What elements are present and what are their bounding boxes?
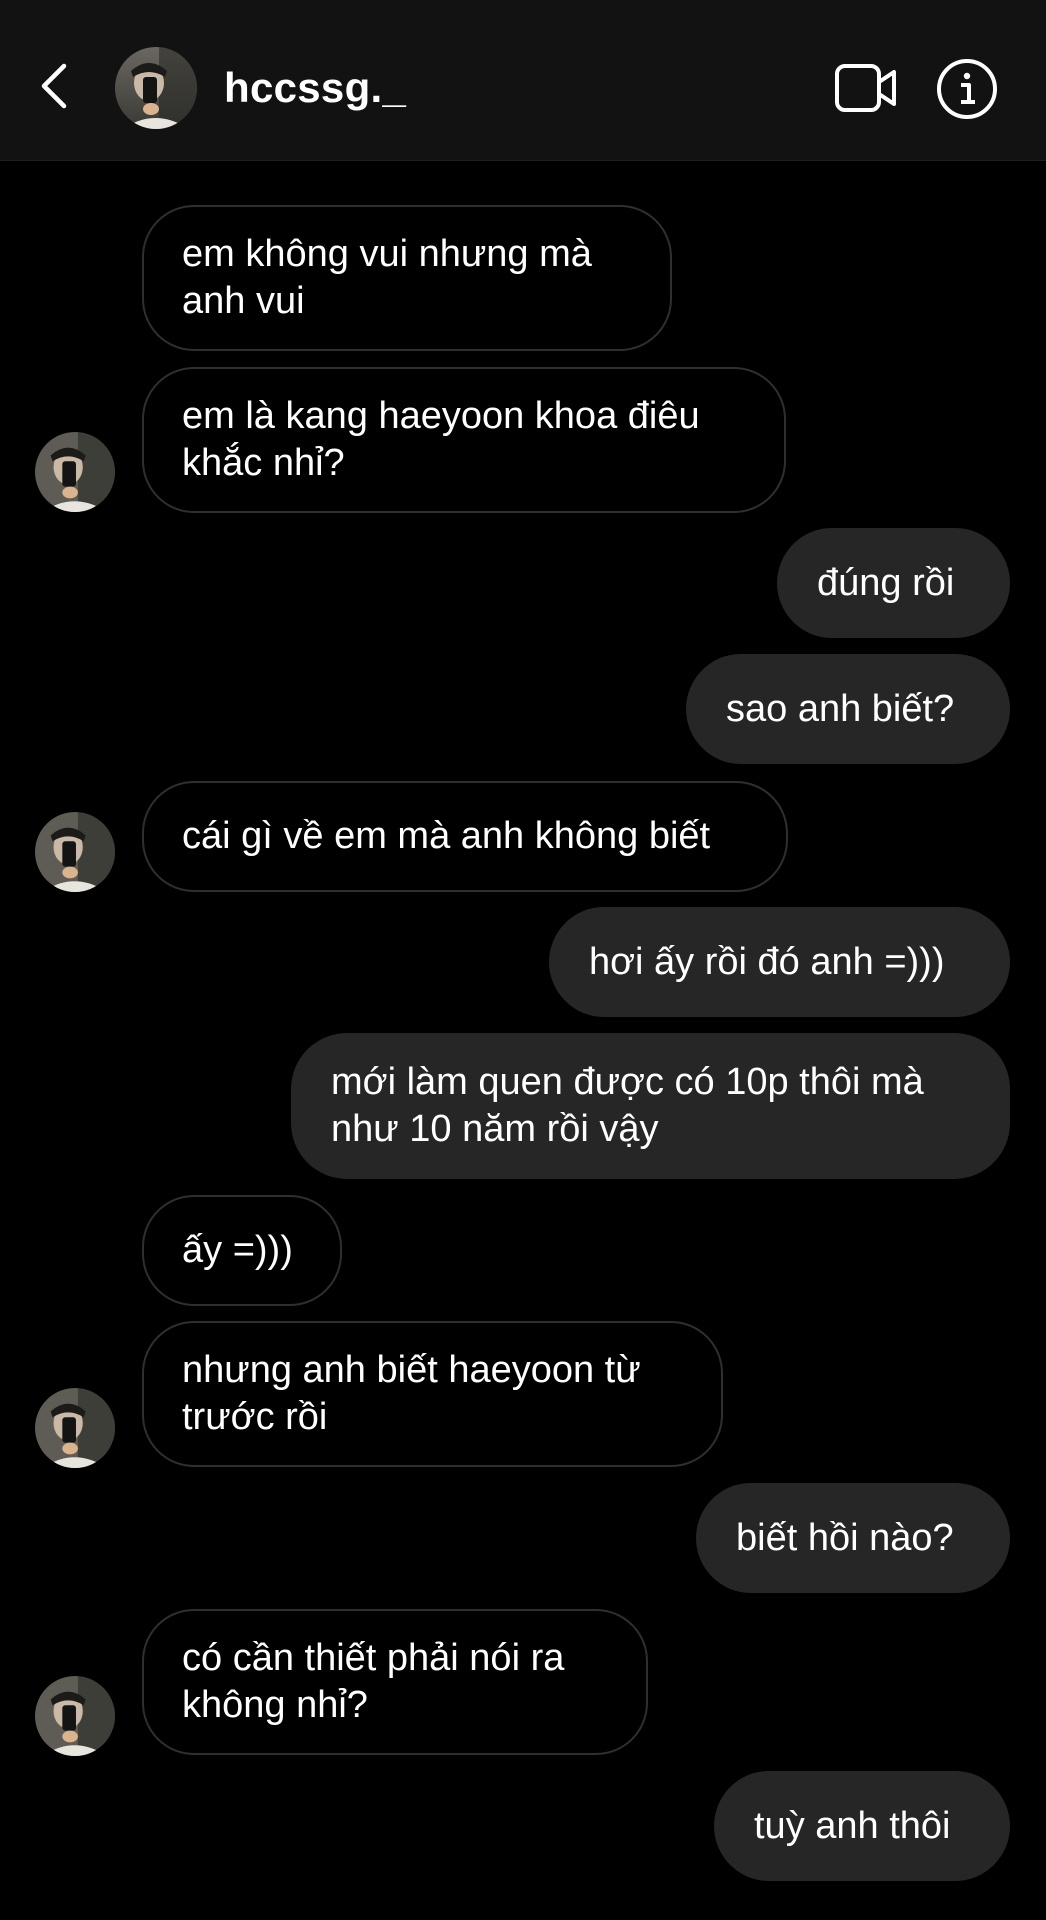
message-text: đúng rồi <box>817 561 955 604</box>
message-outgoing[interactable]: tuỳ anh thôi <box>714 1771 1010 1881</box>
message-incoming[interactable]: cái gì về em mà anh không biết <box>142 781 788 892</box>
message-outgoing[interactable]: sao anh biết? <box>686 654 1010 764</box>
video-camera-icon <box>835 64 896 112</box>
message-incoming[interactable]: có cần thiết phải nói ra không nhỉ? <box>142 1609 648 1755</box>
message-incoming[interactable]: ấy =))) <box>142 1195 342 1306</box>
video-call-button[interactable] <box>834 62 898 114</box>
message-text: có cần thiết phải nói ra không nhỉ? <box>182 1637 565 1726</box>
message-incoming[interactable]: em là kang haeyoon khoa điêu khắc nhỉ? <box>142 367 786 513</box>
message-text: ấy =))) <box>182 1229 293 1271</box>
message-text: nhưng anh biết haeyoon từ trước rồi <box>182 1349 641 1438</box>
message-text: biết hồi nào? <box>736 1516 954 1559</box>
message-text: tuỳ anh thôi <box>754 1804 951 1847</box>
sender-avatar[interactable] <box>35 432 115 512</box>
message-text: mới làm quen được có 10p thôi mà như 10 … <box>331 1061 924 1150</box>
message-outgoing[interactable]: mới làm quen được có 10p thôi mà như 10 … <box>291 1033 1010 1179</box>
chevron-left-icon <box>41 63 67 109</box>
sender-avatar[interactable] <box>35 812 115 892</box>
sender-avatar[interactable] <box>35 1676 115 1756</box>
info-circle-icon <box>937 59 997 119</box>
message-text: sao anh biết? <box>726 687 955 730</box>
profile-avatar[interactable] <box>115 47 197 129</box>
message-incoming[interactable]: nhưng anh biết haeyoon từ trước rồi <box>142 1321 723 1467</box>
message-text: em không vui nhưng mà anh vui <box>182 233 592 322</box>
back-button[interactable] <box>34 58 78 114</box>
message-text: cái gì về em mà anh không biết <box>182 815 711 857</box>
sender-avatar[interactable] <box>35 1388 115 1468</box>
message-incoming[interactable]: em không vui nhưng mà anh vui <box>142 205 672 351</box>
message-text: hơi ấy rồi đó anh =))) <box>589 940 945 983</box>
message-outgoing[interactable]: đúng rồi <box>777 528 1010 638</box>
chat-username[interactable]: hccssg._ <box>224 62 406 114</box>
message-outgoing[interactable]: hơi ấy rồi đó anh =))) <box>549 907 1010 1017</box>
conversation-info-button[interactable] <box>936 58 998 120</box>
message-outgoing[interactable]: biết hồi nào? <box>696 1483 1010 1593</box>
message-text: em là kang haeyoon khoa điêu khắc nhỉ? <box>182 395 700 484</box>
chat-header: hccssg._ <box>0 0 1046 161</box>
